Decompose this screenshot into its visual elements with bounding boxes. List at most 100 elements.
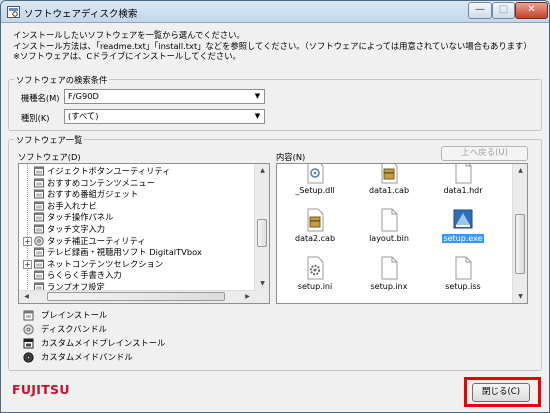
install-icon <box>34 259 44 269</box>
disc-bundle-icon <box>23 324 34 335</box>
tree-horizontal-scrollbar[interactable]: ◀ ▶ <box>19 290 255 303</box>
title-bar: ソフトウェアディスク検索 — □ ✕ <box>1 1 549 23</box>
legend-label: ディスクバンドル <box>41 324 107 334</box>
file-name: setup.ini <box>297 282 333 291</box>
tree-item[interactable]: らくらく手書き入力 <box>34 270 122 281</box>
file-item[interactable]: data1.cab <box>353 164 425 195</box>
file-item[interactable]: data2.cab <box>279 208 351 243</box>
expand-icon[interactable]: + <box>23 236 32 246</box>
install-icon <box>34 189 44 199</box>
scroll-right-icon[interactable]: ▶ <box>240 290 255 303</box>
cab-file-icon <box>305 208 325 232</box>
cab-file-icon <box>379 164 399 184</box>
tree-item-label: お手入れナビ <box>47 200 97 211</box>
install-icon <box>34 224 44 234</box>
tree-item-label: テレビ録画・視聴用ソフト DigitalTVbox <box>47 247 202 258</box>
maximize-button[interactable]: □ <box>492 2 515 19</box>
file-name: layout.bin <box>369 234 409 243</box>
file-item[interactable]: data1.hdr <box>427 164 499 195</box>
scroll-down-icon[interactable]: ▼ <box>255 277 269 291</box>
tree-item[interactable]: テレビ録画・視聴用ソフト DigitalTVbox <box>34 247 202 258</box>
file-item[interactable]: setup.iss <box>427 256 499 291</box>
software-tree-label: ソフトウェア(D) <box>18 152 81 162</box>
tree-item-label: ネットコンテンツセレクション <box>47 258 164 269</box>
tree-item-label: イジェクトボタンユーティリティ <box>47 166 171 176</box>
close-window-button[interactable]: ✕ <box>515 2 548 19</box>
setup-exe-icon <box>453 208 473 232</box>
tree-item-label: おすすめ番組ガジェット <box>47 189 139 200</box>
software-disc-search-window: ソフトウェアディスク検索 — □ ✕ インストールしたいソフトウェアを一覧から選… <box>0 0 550 413</box>
software-list-label: ソフトウェア一覧 <box>14 134 85 146</box>
file-item[interactable]: setup.inx <box>353 256 425 291</box>
generic-file-icon <box>453 256 473 280</box>
content-label: 内容(N) <box>276 152 306 162</box>
install-icon <box>34 201 44 211</box>
minimize-button[interactable]: — <box>468 2 492 19</box>
legend-label: カスタムメイドバンドル <box>41 352 133 362</box>
custom-bundle-icon <box>23 352 34 363</box>
tree-item[interactable]: タッチ文字入力 <box>34 224 105 235</box>
tree-guide-line <box>27 164 28 289</box>
scroll-left-icon[interactable]: ◀ <box>19 290 34 303</box>
tree-item[interactable]: おすすめコンテンツメニュー <box>34 178 155 189</box>
search-conditions-label: ソフトウェアの検索条件 <box>14 74 110 86</box>
tree-hscroll-thumb[interactable] <box>47 292 225 301</box>
scroll-up-icon[interactable]: ▲ <box>513 164 527 178</box>
tree-item[interactable]: タッチ操作パネル <box>34 212 113 223</box>
model-select[interactable]: F/G90D ▼ <box>64 89 265 104</box>
file-name: data2.cab <box>294 234 336 243</box>
up-button[interactable]: 上へ戻る(U) <box>441 146 528 161</box>
content-scroll-thumb[interactable] <box>515 214 525 274</box>
file-name: setup.inx <box>370 282 408 291</box>
tree-item-label: タッチ文字入力 <box>47 224 106 234</box>
tree-item-label: おすすめコンテンツメニュー <box>47 177 155 188</box>
disc-icon <box>34 235 44 246</box>
install-icon <box>34 247 44 257</box>
chevron-down-icon: ▼ <box>254 112 261 120</box>
tree-item-label: タッチ操作パネル <box>47 212 114 223</box>
tree-item[interactable]: おすすめ番組ガジェット <box>34 189 138 200</box>
file-name: setup.iss <box>445 282 481 291</box>
install-icon <box>34 178 44 188</box>
ini-file-icon <box>305 256 325 280</box>
generic-file-icon <box>453 164 473 184</box>
expand-icon[interactable]: + <box>23 259 32 269</box>
close-button[interactable]: 閉じる(C) <box>472 383 530 402</box>
tree-scroll-thumb[interactable] <box>257 219 267 247</box>
file-item[interactable]: setup.exe <box>427 208 499 243</box>
file-name: data1.cab <box>368 186 410 195</box>
tree-item[interactable]: + ネットコンテンツセレクション <box>23 258 164 270</box>
scroll-up-icon[interactable]: ▲ <box>255 164 269 178</box>
scroll-down-icon[interactable]: ▼ <box>513 290 527 303</box>
software-tree[interactable]: イジェクトボタンユーティリティ おすすめコンテンツメニュー おすすめ番組ガジェットお… <box>18 163 270 304</box>
generic-file-icon <box>379 208 399 232</box>
tree-item[interactable]: お手入れナビ <box>34 201 97 212</box>
type-select[interactable]: (すべて) ▼ <box>64 109 265 124</box>
file-name: setup.exe <box>442 234 484 243</box>
tree-item[interactable]: + タッチ補正ユーティリティ <box>23 235 146 247</box>
preinstall-icon <box>23 310 34 321</box>
content-vertical-scrollbar[interactable]: ▲ ▼ <box>512 164 527 303</box>
tree-item-label: らくらく手書き入力 <box>47 270 122 281</box>
chevron-down-icon: ▼ <box>254 92 261 100</box>
model-label: 機種名(M) <box>21 93 60 103</box>
file-item[interactable]: setup.ini <box>279 256 351 291</box>
dll-file-icon <box>305 164 325 184</box>
type-label: 種別(K) <box>21 113 50 123</box>
content-file-view[interactable]: _Setup.dll data1.cab data1.hdr data2.cab lay… <box>276 163 528 304</box>
type-select-value: (すべて) <box>68 111 99 121</box>
file-item[interactable]: _Setup.dll <box>279 164 351 195</box>
window-title: ソフトウェアディスク検索 <box>24 9 138 20</box>
tree-item[interactable]: イジェクトボタンユーティリティ <box>34 166 170 177</box>
custom-preinstall-icon <box>23 338 34 349</box>
model-select-value: F/G90D <box>68 91 99 101</box>
install-icon <box>34 270 44 280</box>
generic-file-icon <box>379 256 399 280</box>
legend-label: カスタムメイドプレインストール <box>41 338 166 348</box>
fujitsu-logo: FUJITSU <box>12 382 70 397</box>
instructions: インストールしたいソフトウェアを一覧から選んでください。 インストール方法は、「… <box>13 30 532 62</box>
instruction-line-1: インストールしたいソフトウェアを一覧から選んでください。 <box>13 30 245 40</box>
legend-label: プレインストール <box>41 310 108 320</box>
tree-vertical-scrollbar[interactable]: ▲ ▼ <box>254 164 269 303</box>
file-item[interactable]: layout.bin <box>353 208 425 243</box>
